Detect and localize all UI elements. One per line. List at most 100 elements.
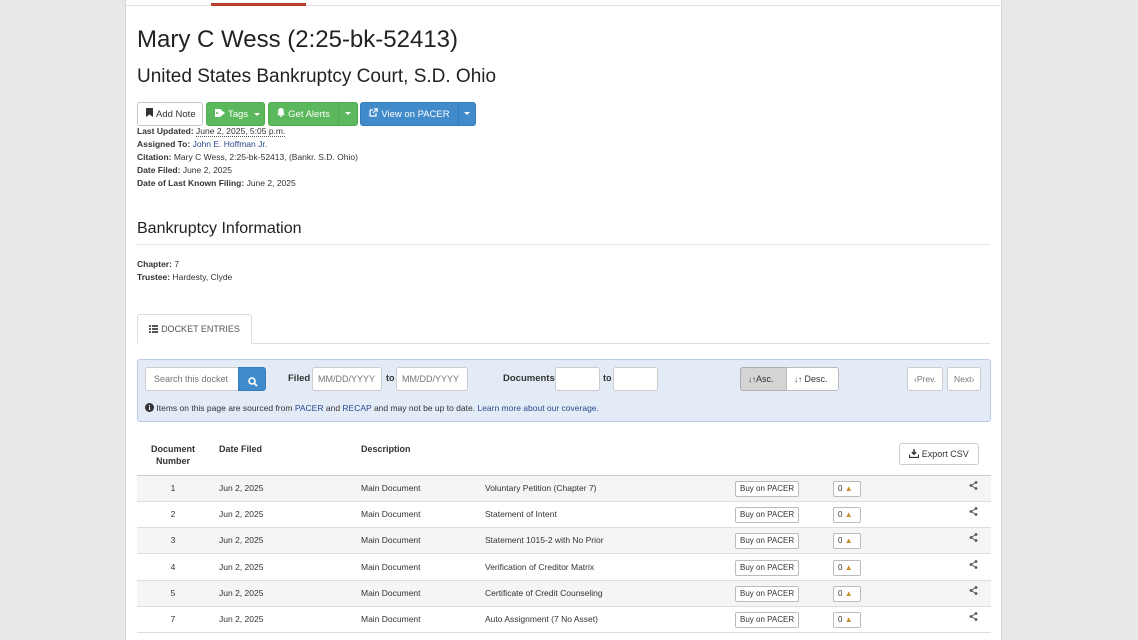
praise-hands-icon: ▲ [844, 562, 853, 572]
table-row: 2 Jun 2, 2025 Main Document Statement of In… [137, 502, 991, 529]
share-icon[interactable] [969, 612, 983, 626]
filed-from-input[interactable] [312, 367, 382, 391]
buy-on-pacer-button[interactable]: Buy on PACER [735, 585, 800, 602]
export-csv-button[interactable]: Export CSV [899, 443, 979, 465]
row-document-number: 3 [170, 535, 176, 546]
documents-from-input[interactable] [555, 367, 600, 391]
row-description: Auto Assignment (7 No Asset) [485, 614, 598, 624]
last-filing-row: Date of Last Known Filing: June 2, 2025 [137, 177, 358, 190]
sort-desc-button[interactable]: ↓↑ Desc. [786, 367, 839, 391]
tags-label: Tags [228, 109, 249, 120]
chevron-down-icon [345, 111, 351, 115]
row-document-number: 1 [170, 483, 176, 493]
search-button[interactable] [238, 367, 266, 391]
row-date-filed: Jun 2, 2025 [219, 561, 264, 572]
chevron-right-icon: › [971, 374, 975, 384]
tag-icon [215, 103, 225, 125]
row-description: Certificate of Credit Counseling [485, 587, 603, 598]
date-filed-value: June 2, 2025 [182, 165, 232, 175]
share-icon[interactable] [969, 481, 983, 495]
pacer-link[interactable]: PACER [295, 403, 324, 413]
share-icon[interactable] [969, 533, 983, 547]
tab-docket-entries[interactable]: DOCKET ENTRIES [137, 314, 252, 344]
column-header-date-filed: Date Filed [219, 444, 263, 454]
tags-button[interactable]: Tags [206, 102, 265, 126]
buy-on-pacer-button[interactable]: Buy on PACER [735, 533, 800, 550]
active-nav-indicator [211, 3, 306, 6]
documents-to-input[interactable] [613, 367, 658, 391]
praise-hands-icon: ▲ [844, 536, 853, 546]
row-document-type: Main Document [361, 561, 421, 572]
row-document-number: 5 [170, 587, 176, 598]
docket-search-input[interactable] [145, 367, 239, 391]
table-row: 1 Jun 2, 2025 Main Document Voluntary Petit… [137, 476, 991, 502]
citation-value: Mary C Wess, 2:25-bk-52413, (Bankr. S.D.… [173, 152, 358, 162]
row-tag-button[interactable]: 0 ▲ [833, 559, 861, 576]
download-icon [909, 445, 920, 465]
share-icon[interactable] [969, 507, 983, 521]
section-divider [137, 244, 990, 245]
next-label: Next [954, 374, 972, 384]
row-document-type: Main Document [361, 483, 421, 493]
recap-link[interactable]: RECAP [342, 403, 371, 413]
trustee-label: Trustee: [137, 272, 171, 282]
date-filed-label: Date Filed: [137, 165, 181, 175]
row-date-filed: Jun 2, 2025 [219, 614, 264, 624]
last-updated-row: Last Updated: June 2, 2025, 5:05 p.m. [137, 125, 358, 138]
tab-label: DOCKET ENTRIES [161, 324, 240, 334]
prev-label: Prev. [916, 374, 937, 384]
last-filing-label: Date of Last Known Filing: [137, 178, 245, 188]
assigned-judge-link[interactable]: John E. Hoffman Jr. [193, 139, 268, 149]
trustee-value: Hardesty, Clyde [172, 272, 233, 282]
add-note-button[interactable]: Add Note [137, 102, 203, 126]
external-link-icon [369, 103, 379, 125]
pacer-dropdown-toggle[interactable] [458, 102, 476, 126]
alerts-dropdown-toggle[interactable] [338, 102, 358, 126]
row-document-type: Main Document [361, 614, 421, 624]
praise-hands-icon: ▲ [844, 615, 853, 624]
share-icon[interactable] [969, 585, 983, 600]
get-alerts-label: Get Alerts [288, 109, 330, 120]
row-tag-button[interactable]: 0 ▲ [833, 481, 861, 497]
row-document-number: 4 [170, 561, 176, 572]
get-alerts-button[interactable]: Get Alerts [268, 102, 339, 126]
row-tag-button[interactable]: 0 ▲ [833, 612, 861, 628]
documents-label: Documents [503, 373, 555, 384]
buy-on-pacer-button[interactable]: Buy on PACER [735, 507, 800, 524]
prev-page-button[interactable]: ‹Prev. [907, 367, 944, 391]
row-date-filed: Jun 2, 2025 [219, 535, 264, 546]
row-description: Statement 1015-2 with No Prior [485, 535, 604, 546]
row-tag-button[interactable]: 0 ▲ [833, 507, 861, 524]
notice-text-1: Items on this page are sourced from [156, 403, 293, 413]
coverage-link[interactable]: Learn more about our coverage. [477, 403, 598, 413]
row-tag-button[interactable]: 0 ▲ [833, 533, 861, 550]
share-icon[interactable] [969, 559, 983, 574]
column-header-description: Description [361, 444, 411, 454]
notice-text-3: and may not be up to date. [373, 403, 476, 413]
buy-on-pacer-button[interactable]: Buy on PACER [735, 612, 800, 628]
last-filing-value: June 2, 2025 [246, 178, 296, 188]
case-metadata: Last Updated: June 2, 2025, 5:05 p.m. As… [137, 125, 358, 190]
tag-count: 0 [838, 615, 843, 624]
view-on-pacer-button[interactable]: View on PACER [360, 102, 459, 126]
page-title: Mary C Wess (2:25-bk-52413) [137, 26, 458, 53]
coverage-notice: Items on this page are sourced from PACE… [145, 403, 599, 414]
tag-count: 0 [838, 588, 843, 598]
filed-label: Filed [288, 373, 311, 384]
notice-text-2: and [325, 403, 341, 413]
filed-to-input[interactable] [396, 367, 468, 391]
next-page-button[interactable]: Next› [947, 367, 982, 391]
citation-row: Citation: Mary C Wess, 2:25-bk-52413, (B… [137, 151, 358, 164]
row-date-filed: Jun 2, 2025 [219, 509, 264, 520]
chevron-down-icon [253, 112, 260, 116]
table-row: 5 Jun 2, 2025 Main Document Certificate of … [137, 580, 991, 607]
sort-asc-button[interactable]: ↓↑Asc. [740, 367, 787, 391]
chapter-value: 7 [174, 259, 180, 269]
row-document-number: 2 [170, 509, 176, 520]
tag-count: 0 [838, 562, 843, 572]
buy-on-pacer-button[interactable]: Buy on PACER [735, 481, 800, 497]
buy-on-pacer-button[interactable]: Buy on PACER [735, 559, 800, 576]
table-row: 4 Jun 2, 2025 Main Document Verification of… [137, 555, 991, 581]
chapter-label: Chapter: [137, 259, 172, 269]
row-tag-button[interactable]: 0 ▲ [833, 585, 861, 602]
